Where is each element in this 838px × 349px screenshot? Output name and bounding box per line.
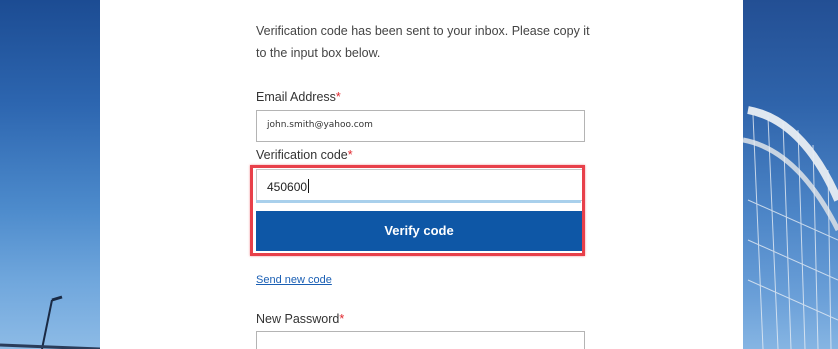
new-password-label-text: New Password (256, 312, 340, 326)
verification-code-label-text: Verification code (256, 148, 348, 162)
bridge-arch-illustration (743, 106, 838, 349)
verification-code-value-text: 450600 (267, 180, 308, 194)
email-address-label: Email Address* (256, 90, 341, 104)
background-image-right (743, 0, 838, 349)
text-caret (308, 179, 310, 193)
verification-code-label: Verification code* (256, 148, 353, 162)
verification-code-field[interactable]: 450600 (256, 169, 585, 201)
email-field[interactable]: john.smith@yahoo.com (256, 110, 585, 142)
verification-sent-message: Verification code has been sent to your … (256, 24, 590, 60)
required-asterisk: * (335, 90, 341, 104)
email-field-value: john.smith@yahoo.com (267, 120, 373, 130)
focus-indicator (256, 200, 581, 203)
send-new-code-link[interactable]: Send new code (256, 274, 332, 286)
new-password-field[interactable] (256, 331, 585, 349)
background-image-left (0, 0, 100, 349)
verification-code-field-value: 450600 (267, 179, 310, 194)
required-asterisk: * (339, 312, 345, 326)
email-address-label-text: Email Address (256, 90, 336, 104)
required-asterisk: * (347, 148, 353, 162)
new-password-label: New Password* (256, 312, 344, 326)
verify-code-button[interactable]: Verify code (256, 211, 582, 251)
lamppost-illustration (0, 295, 100, 349)
form-panel: Verification code has been sent to your … (100, 0, 743, 349)
page: Verification code has been sent to your … (0, 0, 838, 349)
